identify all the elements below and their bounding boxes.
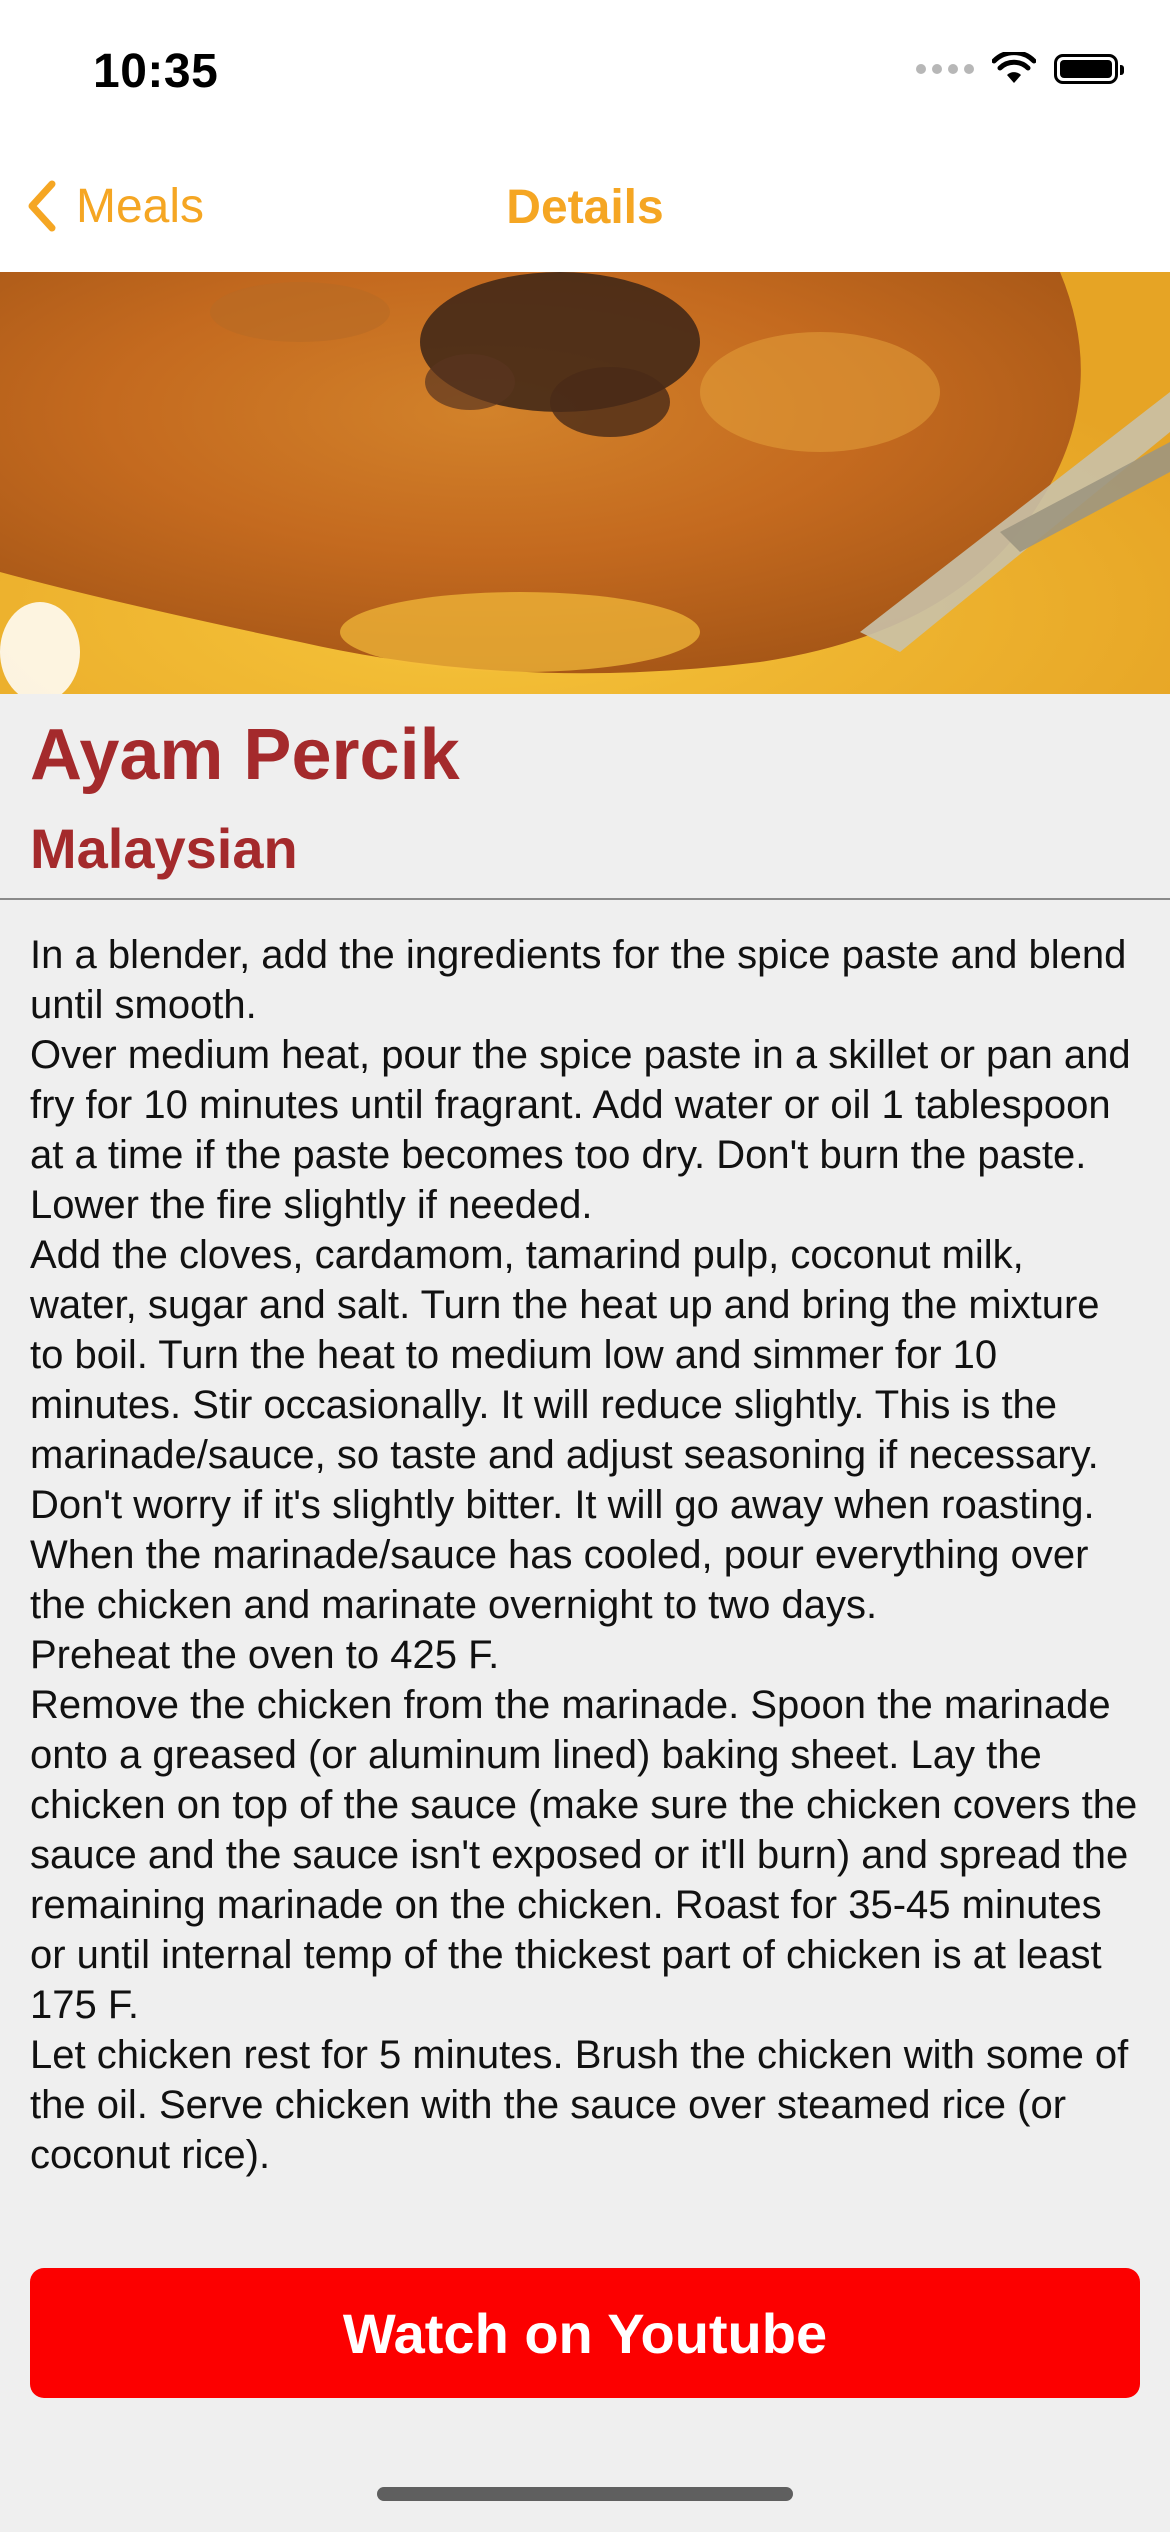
meal-hero-image [0, 272, 1170, 694]
wifi-icon [992, 52, 1036, 83]
meal-name: Ayam Percik [30, 715, 460, 795]
status-icons [916, 52, 1124, 86]
home-indicator[interactable] [377, 2487, 793, 2501]
nav-title: Details [506, 181, 664, 234]
status-time: 10:35 [93, 45, 219, 98]
meal-area: Malaysian [30, 817, 298, 880]
cellular-signal-icon [916, 64, 974, 74]
battery-icon [1054, 54, 1124, 84]
watch-on-youtube-button[interactable]: Watch on Youtube [30, 2268, 1140, 2398]
fried-chicken-photo [0, 272, 1170, 694]
status-bar: 10:35 [0, 0, 1170, 150]
meal-header: Ayam Percik Malaysian [0, 694, 1170, 900]
meal-instructions: In a blender, add the ingredients for th… [30, 933, 1138, 2177]
navigation-bar: Meals Details [0, 150, 1170, 272]
